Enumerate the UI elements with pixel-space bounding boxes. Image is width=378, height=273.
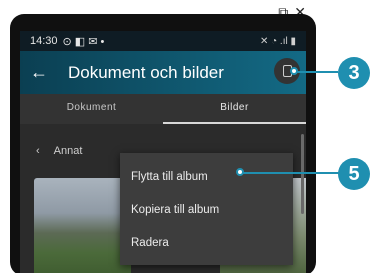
tab-dokument[interactable]: Dokument (20, 94, 163, 124)
callout-5-dot (236, 168, 244, 176)
tab-bilder[interactable]: Bilder (163, 94, 306, 124)
folder-header: ‹ Annat (36, 145, 82, 157)
photo-thumbnail[interactable] (34, 178, 131, 273)
status-icons-left: ⊙ ◧ ✉ • (62, 35, 105, 48)
scrollbar[interactable] (301, 134, 304, 214)
app-bar: ← Dokument och bilder (20, 51, 306, 94)
menu-item-copy-to-album[interactable]: Kopiera till album (120, 194, 293, 227)
callout-3-dot (290, 67, 298, 75)
callout-3-line (296, 71, 338, 73)
folder-name: Annat (53, 145, 83, 157)
status-bar: 14:30 ⊙ ◧ ✉ • ✕ ◔ .ıl ▮ (20, 31, 306, 51)
callout-5-badge: 5 (338, 158, 370, 190)
menu-item-delete[interactable]: Radera (120, 227, 293, 260)
status-icons-right: ✕ ◔ .ıl ▮ (259, 35, 296, 47)
context-menu: Flytta till album Kopiera till album Rad… (120, 153, 293, 265)
callout-5-line (242, 172, 340, 174)
status-time: 14:30 (30, 35, 58, 47)
callout-3-badge: 3 (338, 57, 370, 89)
folder-back-icon[interactable]: ‹ (36, 145, 40, 157)
menu-item-move-to-album[interactable]: Flytta till album (120, 161, 293, 194)
page-title: Dokument och bilder (68, 62, 224, 82)
tab-bar: Dokument Bilder (20, 94, 306, 124)
back-arrow-icon[interactable]: ← (30, 62, 58, 83)
